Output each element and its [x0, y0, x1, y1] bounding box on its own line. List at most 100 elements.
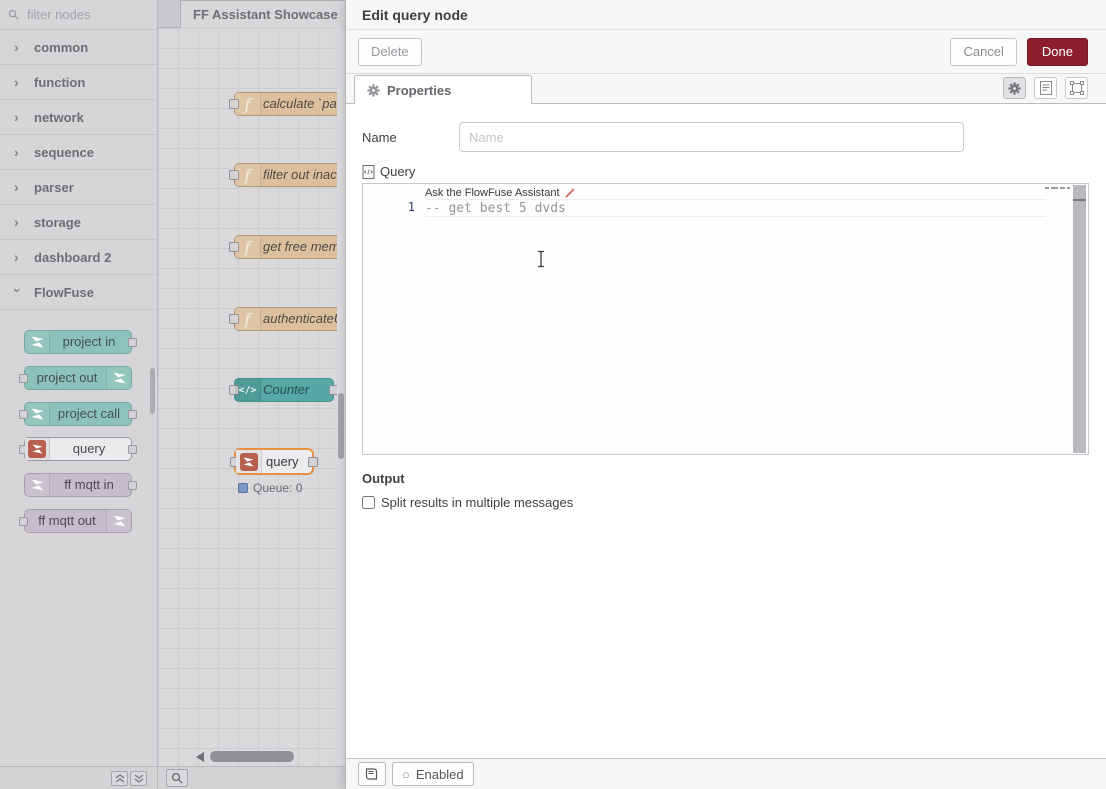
flow-node-get-free-mem[interactable]: f get free mem — [234, 235, 345, 259]
magnifier-icon — [171, 772, 183, 784]
expand-all-button[interactable] — [130, 771, 147, 786]
vertical-scrollbar-thumb[interactable] — [338, 393, 344, 459]
palette-category-flowfuse[interactable]: › FlowFuse — [0, 275, 157, 310]
code-line[interactable]: -- get best 5 dvds — [425, 200, 1046, 217]
palette-node-label: project in — [50, 331, 128, 353]
minimap-text — [1045, 187, 1070, 189]
node-output-port — [128, 445, 137, 454]
palette-node-project-out[interactable]: project out — [24, 366, 132, 390]
editor-content[interactable]: Ask the FlowFuse Assistant -- get best 5… — [425, 186, 1046, 217]
workspace-tab-strip: FF Assistant Showcase — [158, 0, 345, 28]
node-red-app: › common › function › network › sequence… — [0, 0, 1106, 789]
category-label: parser — [34, 180, 74, 195]
palette-node-ff-mqtt-out[interactable]: ff mqtt out — [24, 509, 132, 533]
function-icon: f — [235, 308, 261, 330]
horizontal-scrollbar-thumb[interactable] — [210, 751, 294, 762]
palette-category-network[interactable]: › network — [0, 100, 157, 135]
double-chevron-up-icon — [115, 774, 125, 783]
appearance-button[interactable] — [1065, 77, 1088, 99]
editor-line-number: 1 — [363, 200, 415, 214]
name-input[interactable] — [459, 122, 964, 152]
chevron-right-icon: › — [14, 110, 22, 124]
magic-wand-icon — [564, 187, 576, 199]
category-label: network — [34, 110, 84, 125]
chevron-right-icon: › — [14, 215, 22, 229]
tab-properties[interactable]: Properties — [354, 75, 532, 104]
search-icon — [8, 9, 19, 20]
node-palette: › common › function › network › sequence… — [0, 0, 158, 789]
palette-node-label: ff mqtt in — [50, 474, 128, 496]
split-results-checkbox[interactable] — [362, 496, 375, 509]
flowfuse-logo-icon — [240, 453, 258, 471]
dialog-footer: ○ Enabled — [346, 758, 1106, 789]
status-text: Queue: 0 — [253, 481, 302, 495]
query-label: Query — [380, 164, 415, 179]
editor-minimap-scrollbar[interactable] — [1073, 185, 1086, 453]
flow-node-query-selected[interactable]: query — [234, 448, 314, 475]
function-icon: f — [235, 93, 261, 115]
node-label: filter out inac — [263, 164, 345, 186]
query-code-editor[interactable]: 1 Ask the FlowFuse Assistant -- get best… — [362, 183, 1089, 455]
template-code-icon: </> — [235, 379, 261, 401]
gear-icon — [367, 84, 380, 97]
flow-node-counter[interactable]: </> Counter — [234, 378, 334, 402]
function-icon: f — [235, 236, 261, 258]
node-output-port — [128, 338, 137, 347]
palette-category-parser[interactable]: › parser — [0, 170, 157, 205]
chevron-down-icon: › — [11, 288, 25, 296]
palette-node-project-in[interactable]: project in — [24, 330, 132, 354]
flowfuse-logo-icon — [106, 367, 131, 389]
flow-node-calculate[interactable]: f calculate `pa — [234, 92, 345, 116]
assistant-hint-row[interactable]: Ask the FlowFuse Assistant — [425, 186, 1046, 200]
properties-gear-button[interactable] — [1003, 77, 1026, 99]
canvas-horizontal-scrollbar[interactable] — [158, 750, 337, 763]
palette-node-label: project out — [28, 367, 106, 389]
flow-node-filter-out[interactable]: f filter out inac — [234, 163, 345, 187]
node-label: query — [266, 450, 308, 472]
zoom-search-button[interactable] — [166, 769, 188, 787]
done-button[interactable]: Done — [1027, 38, 1088, 66]
node-label: get free mem — [263, 236, 345, 258]
dialog-body: Name Query 1 Ask the FlowFuse Assistant … — [346, 104, 1106, 510]
palette-footer — [0, 766, 157, 789]
node-help-button[interactable] — [358, 762, 386, 786]
chevron-right-icon: › — [14, 40, 22, 54]
flow-node-authenticate[interactable]: f authenticateU — [234, 307, 345, 331]
node-label: calculate `pa — [263, 93, 345, 115]
enabled-toggle-button[interactable]: ○ Enabled — [392, 762, 474, 786]
palette-category-common[interactable]: › common — [0, 30, 157, 65]
category-label: common — [34, 40, 88, 55]
book-icon — [365, 768, 379, 780]
output-section-label: Output — [362, 471, 1088, 486]
palette-scrollbar[interactable] — [150, 368, 155, 414]
dialog-tab-icons — [1003, 77, 1088, 99]
function-icon: f — [235, 164, 261, 186]
minimap-content-line — [1073, 199, 1086, 201]
palette-node-project-call[interactable]: project call — [24, 402, 132, 426]
appearance-icon — [1070, 81, 1084, 95]
collapse-all-button[interactable] — [111, 771, 128, 786]
scroll-left-arrow-icon[interactable] — [196, 752, 204, 762]
flow-tab-ff-assistant-showcase[interactable]: FF Assistant Showcase — [180, 0, 345, 28]
category-label: function — [34, 75, 85, 90]
palette-category-dashboard2[interactable]: › dashboard 2 — [0, 240, 157, 275]
category-label: dashboard 2 — [34, 250, 111, 265]
node-output-port[interactable] — [308, 457, 318, 467]
status-dot-icon — [238, 483, 248, 493]
flowfuse-logo-icon — [25, 474, 50, 496]
canvas-vertical-scrollbar[interactable] — [337, 28, 345, 766]
palette-filter-input[interactable] — [25, 6, 140, 23]
cancel-button[interactable]: Cancel — [950, 38, 1016, 66]
node-output-port — [128, 481, 137, 490]
flowfuse-logo-icon — [25, 403, 50, 425]
palette-node-ff-mqtt-in[interactable]: ff mqtt in — [24, 473, 132, 497]
palette-node-label: ff mqtt out — [28, 510, 106, 532]
palette-node-query[interactable]: query — [24, 437, 132, 461]
name-label: Name — [362, 130, 459, 145]
delete-button[interactable]: Delete — [358, 38, 422, 66]
palette-category-sequence[interactable]: › sequence — [0, 135, 157, 170]
palette-category-function[interactable]: › function — [0, 65, 157, 100]
description-button[interactable] — [1034, 77, 1057, 99]
query-icon-area — [236, 450, 262, 473]
palette-category-storage[interactable]: › storage — [0, 205, 157, 240]
